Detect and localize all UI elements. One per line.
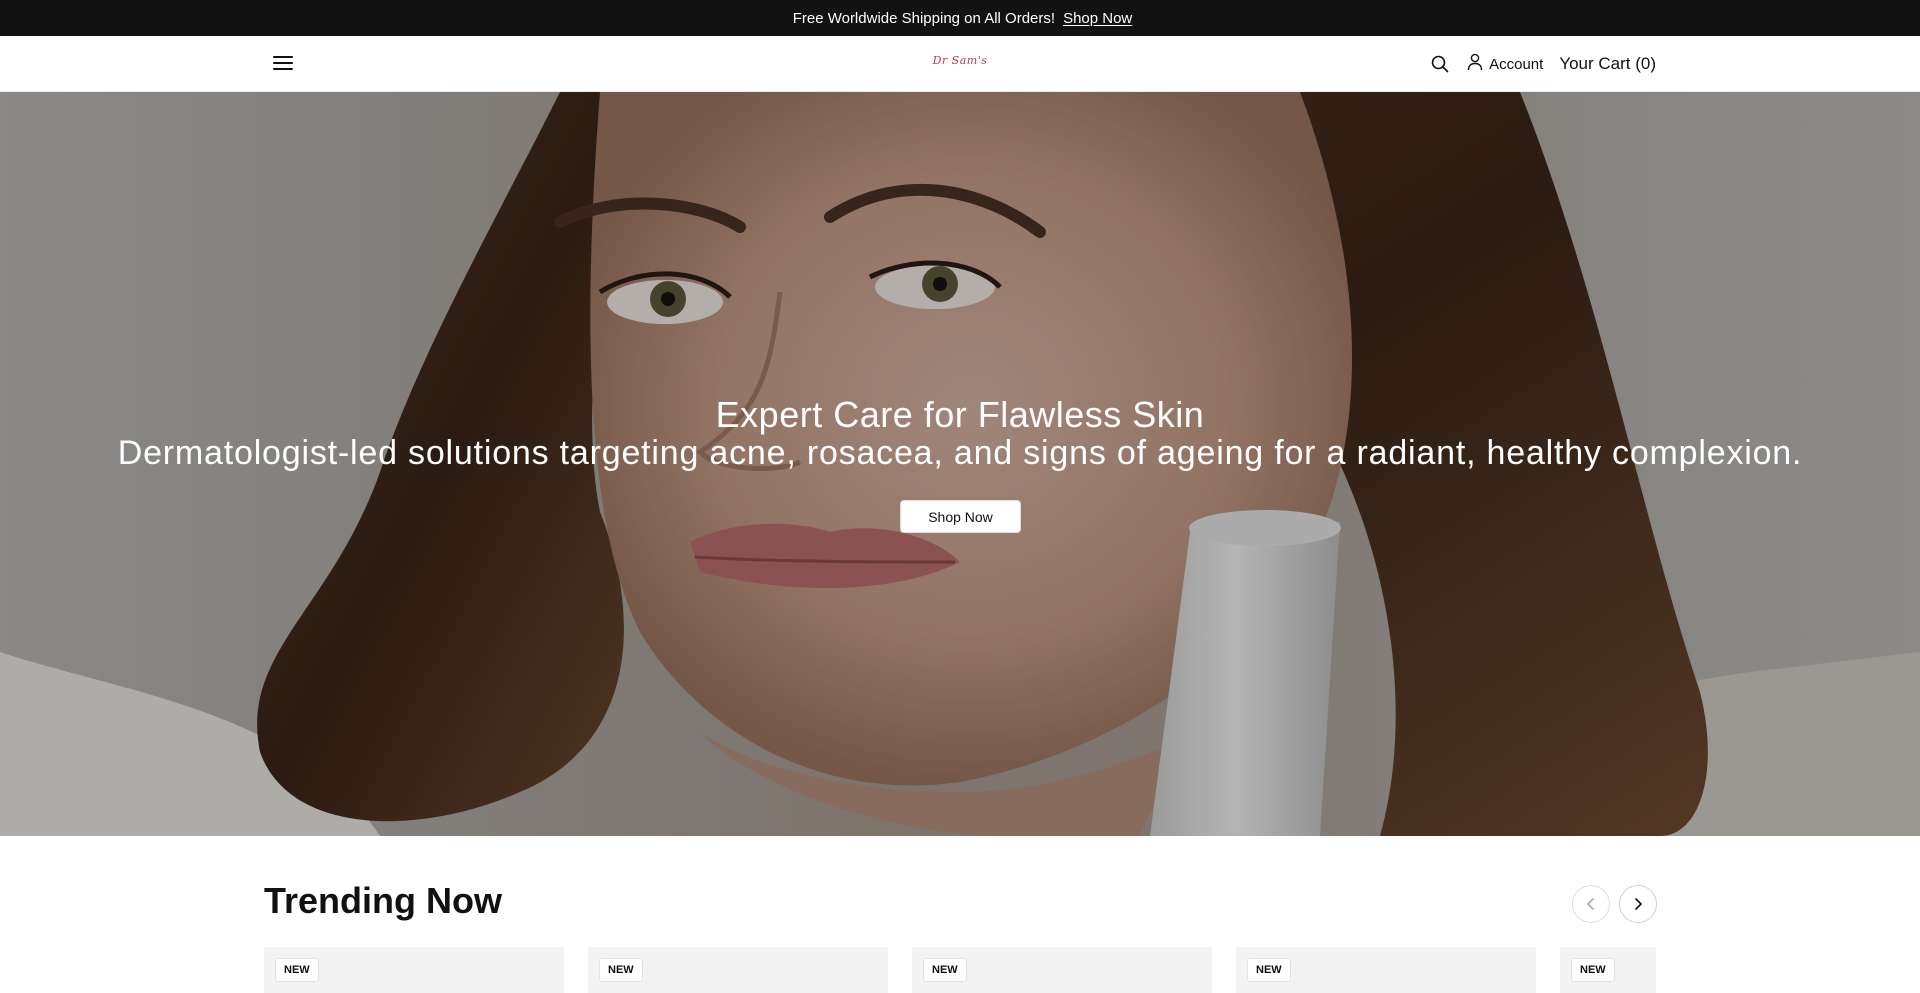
- new-badge: NEW: [600, 959, 642, 981]
- menu-icon[interactable]: [272, 53, 294, 75]
- header-actions: Account Your Cart (0): [1429, 36, 1656, 92]
- announcement-shop-now-link[interactable]: Shop Now: [1063, 10, 1132, 27]
- new-badge: NEW: [1248, 959, 1290, 981]
- account-link[interactable]: Account: [1467, 53, 1543, 75]
- product-card[interactable]: NEW: [1560, 947, 1656, 993]
- hero-title: Expert Care for Flawless Skin: [715, 394, 1205, 435]
- trending-title: Trending Now: [264, 880, 502, 921]
- chevron-left-icon: [1587, 898, 1594, 910]
- search-icon[interactable]: [1429, 53, 1451, 75]
- product-card[interactable]: NEW: [912, 947, 1212, 993]
- hero-shop-now-button[interactable]: Shop Now: [900, 500, 1021, 533]
- carousel-next-button[interactable]: [1619, 885, 1657, 923]
- announcement-bar: Free Worldwide Shipping on All Orders! S…: [0, 0, 1920, 36]
- product-carousel: NEW NEW NEW NEW NEW: [264, 947, 1656, 993]
- cart-link[interactable]: Your Cart (0): [1559, 54, 1656, 74]
- product-card[interactable]: NEW: [1236, 947, 1536, 993]
- hero-banner: Expert Care for Flawless Skin Dermatolog…: [0, 92, 1920, 836]
- announcement-text: Free Worldwide Shipping on All Orders!: [792, 9, 1056, 27]
- new-badge: NEW: [276, 959, 318, 981]
- site-header: Dr Sam's Account Your Cart (0): [0, 36, 1920, 92]
- hero-subtitle: Dermatologist-led solutions targeting ac…: [117, 434, 1803, 472]
- user-icon: [1467, 53, 1483, 75]
- site-logo[interactable]: Dr Sam's: [930, 54, 990, 74]
- account-label: Account: [1489, 55, 1544, 73]
- new-badge: NEW: [924, 959, 966, 981]
- new-badge: NEW: [1572, 959, 1614, 981]
- chevron-right-icon: [1635, 898, 1642, 910]
- product-card[interactable]: NEW: [588, 947, 888, 993]
- carousel-prev-button[interactable]: [1572, 885, 1610, 923]
- product-card[interactable]: NEW: [264, 947, 564, 993]
